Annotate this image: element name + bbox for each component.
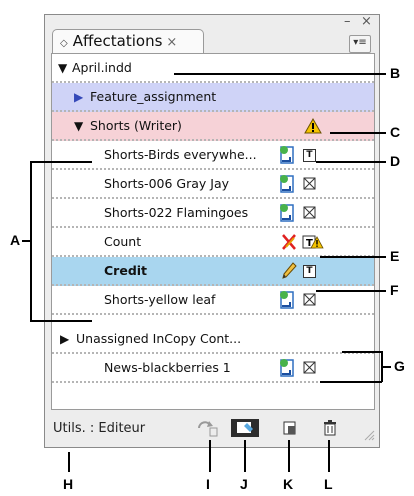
collapse-triangle-icon[interactable]: ▶ [74,83,83,111]
tab-title: Affectations [72,32,163,50]
tab-close-icon[interactable]: × [166,35,177,50]
list-item-content[interactable]: News-blackberries 1 [52,354,374,383]
list-item-document[interactable]: ▼ April.indd [52,54,374,83]
graphic-frame-icon [303,361,316,374]
callout-g: G [394,358,405,374]
callout-line-g4 [381,366,391,368]
callout-f: F [390,282,399,298]
callout-line-i [209,440,211,472]
callout-line-e [320,256,386,258]
tab-diamond-icon: ◇ [60,38,68,49]
assignment-list: ▼ April.indd ▶ Feature_assignment ▼ Shor… [51,53,375,410]
update-content-icon[interactable] [195,419,219,437]
callout-line-g1 [342,351,382,353]
list-item-content[interactable]: Credit T [52,257,374,286]
graphic-frame-icon [303,206,316,219]
list-item-assignment[interactable]: ▶ Feature_assignment [52,83,374,112]
user-label: Utils. : Editeur [53,421,146,436]
callout-i: I [206,476,210,492]
callout-b: B [390,65,401,81]
list-item-assignment[interactable]: ▼ Shorts (Writer) [52,112,374,141]
callout-h: H [63,476,74,492]
list-item-content[interactable]: Shorts-006 Gray Jay [52,170,374,199]
callout-l: L [324,476,333,492]
incopy-story-icon [280,175,294,193]
warning-icon [304,117,322,134]
list-item-label: News-blackberries 1 [104,360,231,375]
list-item-unassigned-group[interactable]: ▶ Unassigned InCopy Cont... [52,325,374,354]
edit-assignment-icon[interactable] [231,419,259,437]
callout-e: E [390,248,400,264]
list-item-label: Shorts-022 Flamingoes [104,205,249,220]
callout-j: J [240,476,248,492]
list-item-label: Count [104,234,142,249]
collapse-triangle-icon[interactable]: ▶ [60,325,69,353]
callout-line-f [316,290,386,292]
callout-line-d [316,161,386,163]
graphic-frame-icon [303,293,316,306]
incopy-story-icon [280,146,294,164]
list-item-label: April.indd [72,60,132,75]
list-item-content[interactable]: Shorts-Birds everywhe... T [52,141,374,170]
list-item-label: Shorts-006 Gray Jay [104,176,229,191]
panel-menu-button[interactable]: ▾≡ [349,35,371,53]
list-item-label: Unassigned InCopy Cont... [76,331,242,346]
callout-line-a3 [30,320,92,322]
incopy-story-icon [280,291,294,309]
delete-icon[interactable] [321,419,339,437]
callout-a: A [10,232,21,248]
expand-triangle-icon[interactable]: ▼ [74,112,83,140]
callout-line-a4 [22,240,31,242]
list-item-content[interactable]: Count T [52,228,374,257]
callout-line-g2 [320,381,382,383]
callout-line-l [328,440,330,472]
callout-line-k [288,440,290,472]
tab-affectations[interactable]: ◇ Affectations × [52,29,204,53]
list-item-label: Shorts (Writer) [90,118,182,133]
incopy-story-icon [280,359,294,377]
callout-line-a2 [30,161,92,163]
graphic-frame-icon [303,177,316,190]
assignments-panel: – × ◇ Affectations × ▾≡ ▼ April.indd ▶ Fea… [44,14,380,448]
callout-line-j [244,440,246,472]
callout-line-h [68,452,70,472]
callout-line-b [174,73,386,75]
text-frame-icon: T [303,149,316,162]
text-frame-icon: T [303,265,316,278]
callout-k: K [283,476,294,492]
list-item-content[interactable]: Shorts-022 Flamingoes [52,199,374,228]
panel-close-button[interactable]: × [361,15,372,28]
list-item-label: Credit [104,263,148,278]
edit-pencil-icon [282,262,297,279]
list-item-label: Feature_assignment [90,89,217,104]
callout-c: C [390,124,401,140]
callout-line-c [330,132,386,134]
text-frame-warning-icon: T [302,235,324,249]
minimize-button[interactable]: – [344,15,351,28]
expand-triangle-icon[interactable]: ▼ [58,54,67,82]
resize-grip-icon[interactable] [363,429,375,441]
incopy-story-icon [280,204,294,222]
list-item-label: Shorts-yellow leaf [104,292,216,307]
callout-d: D [390,153,401,169]
missing-link-icon [282,234,296,250]
list-item-label: Shorts-Birds everywhe... [104,147,257,162]
new-assignment-icon[interactable] [281,419,299,437]
